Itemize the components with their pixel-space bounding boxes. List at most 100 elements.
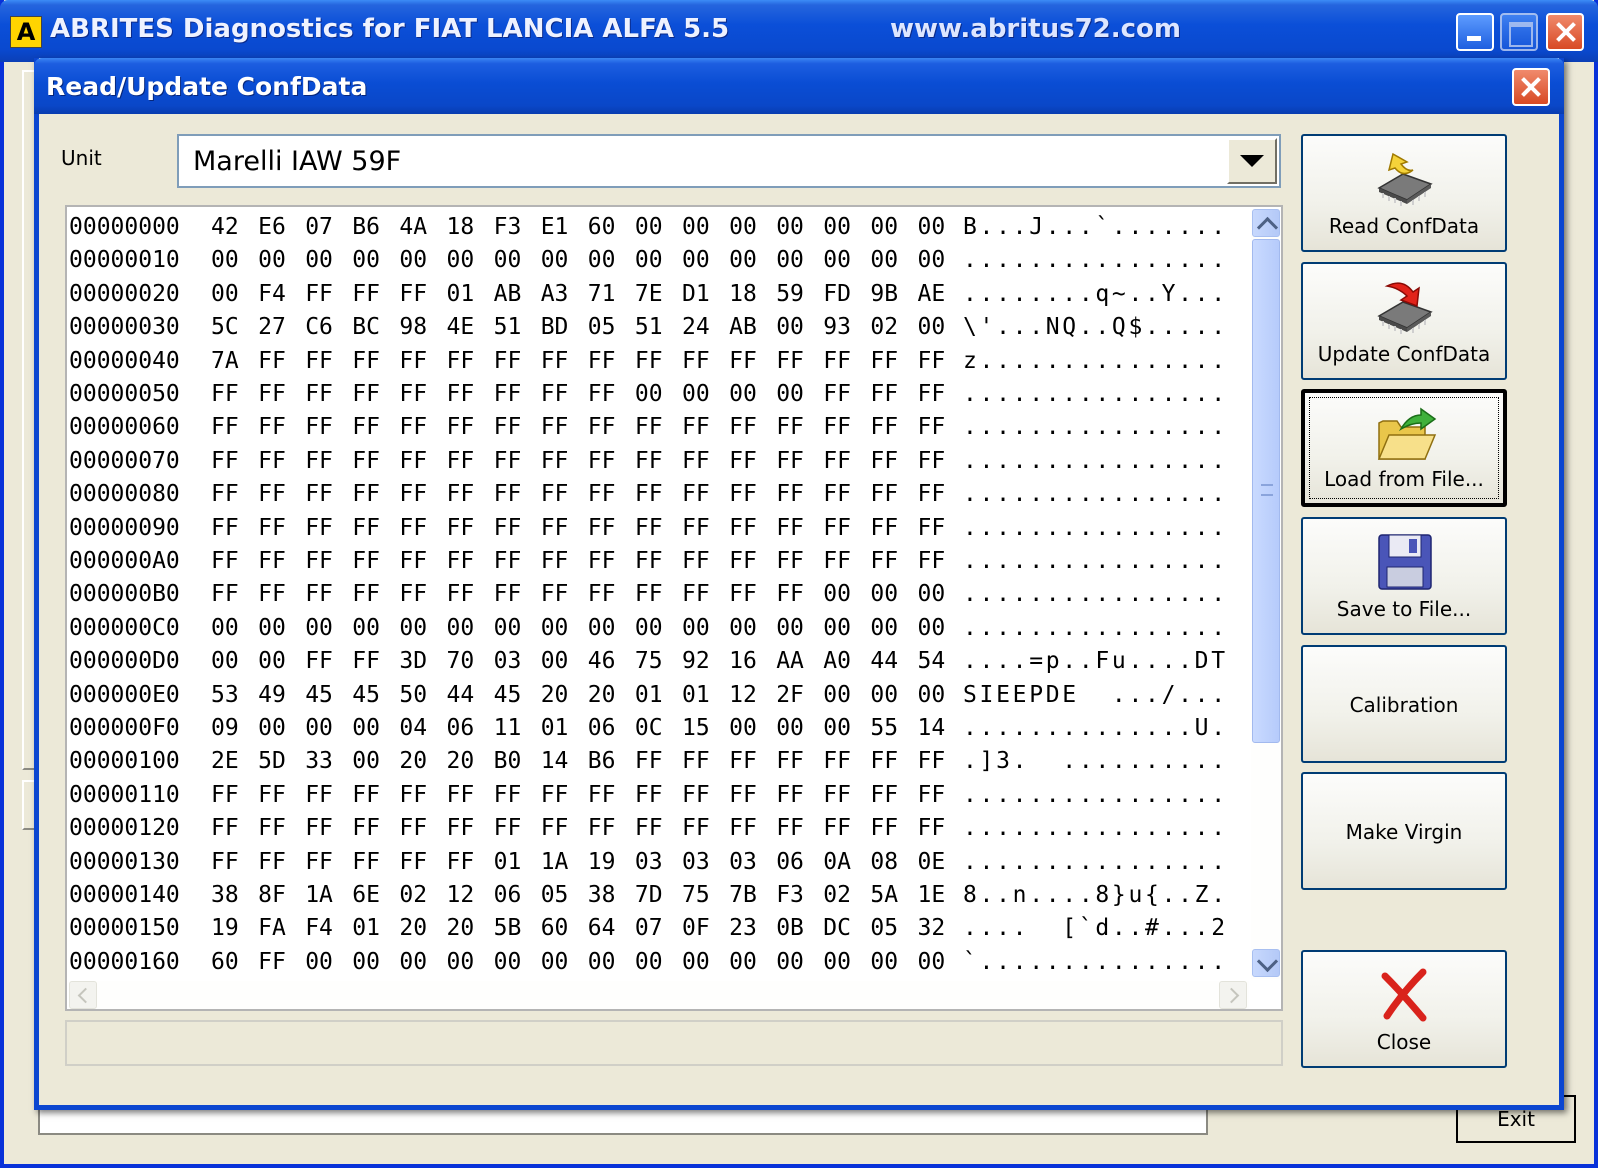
hex-byte[interactable]: 00 — [305, 946, 333, 979]
hex-editor[interactable]: 00000000 42 E6 07 B6 4A 18 F3 E1 60 00 00 00 00 00 00 00… — [65, 205, 1283, 1011]
hex-byte[interactable]: 19 — [211, 912, 239, 945]
hex-byte[interactable]: 06 — [447, 712, 475, 745]
hex-byte[interactable]: 00 — [870, 612, 898, 645]
hex-byte[interactable]: FF — [823, 512, 851, 545]
hex-byte[interactable]: FF — [729, 812, 757, 845]
hex-byte[interactable]: 75 — [682, 879, 710, 912]
hex-byte[interactable]: 5A — [870, 879, 898, 912]
hex-byte[interactable]: FF — [870, 445, 898, 478]
hex-byte[interactable]: 42 — [211, 211, 239, 244]
hex-byte[interactable]: FF — [305, 812, 333, 845]
hex-byte[interactable]: FF — [682, 512, 710, 545]
hex-byte[interactable]: 1A — [305, 879, 333, 912]
hex-byte[interactable]: 00 — [494, 946, 522, 979]
hex-byte[interactable]: 3D — [399, 645, 427, 678]
hex-byte[interactable]: FF — [305, 779, 333, 812]
hex-byte[interactable]: FF — [494, 378, 522, 411]
hex-byte[interactable]: FF — [494, 545, 522, 578]
hex-byte[interactable]: FF — [870, 545, 898, 578]
hex-byte[interactable]: 00 — [399, 946, 427, 979]
hex-byte[interactable]: FF — [635, 578, 663, 611]
hex-byte[interactable]: FF — [352, 445, 380, 478]
hex-byte[interactable]: 20 — [399, 912, 427, 945]
hex-byte[interactable]: 02 — [399, 879, 427, 912]
hex-byte[interactable]: FF — [870, 812, 898, 845]
hex-byte[interactable]: FF — [682, 345, 710, 378]
hex-row[interactable]: 00000160 60 FF 00 00 00 00 00 00 00 00 00 00 00 00 00 00… — [69, 946, 1249, 979]
hex-byte[interactable]: FF — [588, 812, 616, 845]
hex-byte[interactable]: 03 — [682, 846, 710, 879]
hex-byte[interactable]: 01 — [635, 679, 663, 712]
hex-byte[interactable]: 00 — [447, 946, 475, 979]
hex-byte[interactable]: 53 — [211, 679, 239, 712]
hex-byte[interactable]: 11 — [494, 712, 522, 745]
hex-byte[interactable]: 00 — [352, 712, 380, 745]
hex-byte[interactable]: FF — [211, 445, 239, 478]
hex-byte[interactable]: 45 — [352, 679, 380, 712]
hex-byte[interactable]: 07 — [305, 211, 333, 244]
hex-byte[interactable]: FF — [211, 512, 239, 545]
hex-byte[interactable]: 46 — [588, 645, 616, 678]
hex-byte[interactable]: 4E — [447, 311, 475, 344]
hex-byte[interactable]: 1E — [918, 879, 946, 912]
hex-byte[interactable]: FF — [682, 578, 710, 611]
hex-byte[interactable]: FF — [776, 512, 804, 545]
hex-row[interactable]: 00000040 7A FF FF FF FF FF FF FF FF FF FF FF FF FF FF FF… — [69, 345, 1249, 378]
hex-byte[interactable]: E6 — [258, 211, 286, 244]
hex-byte[interactable]: FF — [447, 478, 475, 511]
hex-byte[interactable]: FF — [682, 478, 710, 511]
hex-byte[interactable]: FF — [870, 779, 898, 812]
hex-byte[interactable]: FF — [211, 478, 239, 511]
hex-byte[interactable]: 06 — [588, 712, 616, 745]
hex-byte[interactable]: FF — [447, 378, 475, 411]
hex-byte[interactable]: 0B — [776, 912, 804, 945]
hex-byte[interactable]: 00 — [870, 946, 898, 979]
hex-byte[interactable]: FF — [588, 512, 616, 545]
hex-byte[interactable]: FF — [776, 345, 804, 378]
hex-byte[interactable]: 00 — [635, 244, 663, 277]
hex-byte[interactable]: FF — [729, 578, 757, 611]
hex-byte[interactable]: 00 — [682, 211, 710, 244]
hex-byte[interactable]: FF — [776, 478, 804, 511]
hex-byte[interactable]: FF — [352, 478, 380, 511]
hex-byte[interactable]: 12 — [729, 679, 757, 712]
hex-byte[interactable]: 00 — [823, 612, 851, 645]
hex-byte[interactable]: 00 — [729, 378, 757, 411]
hex-byte[interactable]: 00 — [682, 946, 710, 979]
hex-byte[interactable]: FF — [211, 812, 239, 845]
hex-byte[interactable]: 00 — [588, 612, 616, 645]
hex-byte[interactable]: 00 — [729, 244, 757, 277]
hex-byte[interactable]: 00 — [776, 311, 804, 344]
hex-byte[interactable]: C6 — [305, 311, 333, 344]
hex-byte[interactable]: 00 — [776, 244, 804, 277]
hex-byte[interactable]: 93 — [823, 311, 851, 344]
hex-byte[interactable]: FF — [918, 411, 946, 444]
hex-byte[interactable]: 00 — [635, 378, 663, 411]
hex-byte[interactable]: 55 — [870, 712, 898, 745]
hex-byte[interactable]: FF — [305, 345, 333, 378]
hex-byte[interactable]: 00 — [258, 645, 286, 678]
scroll-up-icon[interactable] — [1252, 209, 1280, 237]
hex-byte[interactable]: 00 — [211, 645, 239, 678]
hex-byte[interactable]: 98 — [399, 311, 427, 344]
hex-byte[interactable]: FF — [635, 779, 663, 812]
hex-byte[interactable]: FF — [823, 378, 851, 411]
hex-byte[interactable]: FF — [494, 812, 522, 845]
hex-row[interactable]: 000000B0 FF FF FF FF FF FF FF FF FF FF FF FF FF 00 00 00… — [69, 578, 1249, 611]
hex-byte[interactable]: 00 — [918, 211, 946, 244]
hex-byte[interactable]: FF — [447, 445, 475, 478]
hex-byte[interactable]: 00 — [682, 378, 710, 411]
hex-byte[interactable]: FF — [352, 578, 380, 611]
hex-byte[interactable]: 14 — [918, 712, 946, 745]
hex-byte[interactable]: B0 — [494, 745, 522, 778]
hex-byte[interactable]: FF — [352, 645, 380, 678]
hex-byte[interactable]: FF — [258, 578, 286, 611]
hex-byte[interactable]: FF — [870, 378, 898, 411]
hex-byte[interactable]: A0 — [823, 645, 851, 678]
hex-byte[interactable]: 01 — [494, 846, 522, 879]
hex-byte[interactable]: 00 — [541, 946, 569, 979]
hex-byte[interactable]: FF — [588, 445, 616, 478]
hex-byte[interactable]: 60 — [588, 211, 616, 244]
hex-byte[interactable]: D1 — [682, 278, 710, 311]
hex-byte[interactable]: FF — [541, 411, 569, 444]
